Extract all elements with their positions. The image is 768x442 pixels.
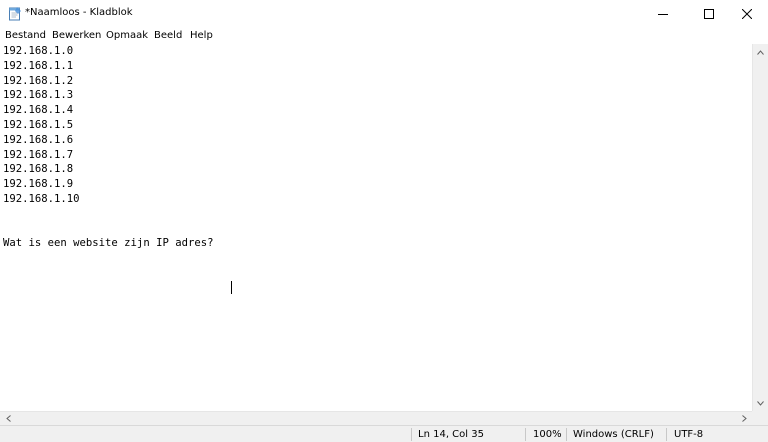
scroll-left-button[interactable] xyxy=(0,412,16,425)
chevron-up-icon xyxy=(757,49,764,55)
horizontal-scrollbar[interactable] xyxy=(0,411,752,425)
close-button[interactable] xyxy=(724,0,768,27)
minimize-button[interactable] xyxy=(640,0,686,27)
maximize-icon xyxy=(704,8,714,19)
scroll-down-button[interactable] xyxy=(753,395,768,411)
close-icon xyxy=(742,8,752,19)
status-separator xyxy=(566,428,567,441)
menu-bestand[interactable]: Bestand xyxy=(5,28,46,43)
notepad-icon xyxy=(8,6,22,21)
status-separator xyxy=(525,428,526,441)
status-line-ending: Windows (CRLF) xyxy=(573,429,654,440)
chevron-down-icon xyxy=(757,400,764,406)
scrollbar-corner xyxy=(752,411,768,425)
title-bar[interactable]: *Naamloos - Kladblok xyxy=(0,0,768,27)
notepad-window: *Naamloos - Kladblok Bestand Bewerken Op… xyxy=(0,0,768,442)
editor-content[interactable]: 192.168.1.0 192.168.1.1 192.168.1.2 192.… xyxy=(3,44,213,251)
vertical-scrollbar[interactable] xyxy=(752,44,768,411)
menu-bar: Bestand Bewerken Opmaak Beeld Help xyxy=(0,27,768,44)
text-caret xyxy=(231,281,232,294)
status-separator xyxy=(411,428,412,441)
status-cursor-position: Ln 14, Col 35 xyxy=(418,429,484,440)
status-zoom: 100% xyxy=(533,429,562,440)
status-encoding: UTF-8 xyxy=(674,429,704,440)
scroll-up-button[interactable] xyxy=(753,44,768,60)
status-separator xyxy=(666,428,667,441)
menu-help[interactable]: Help xyxy=(190,28,213,43)
menu-beeld[interactable]: Beeld xyxy=(154,28,182,43)
menu-bewerken[interactable]: Bewerken xyxy=(52,28,101,43)
window-title: *Naamloos - Kladblok xyxy=(25,7,133,18)
text-editor[interactable]: 192.168.1.0 192.168.1.1 192.168.1.2 192.… xyxy=(0,44,752,411)
minimize-icon xyxy=(658,13,668,15)
scroll-right-button[interactable] xyxy=(736,412,752,425)
chevron-right-icon xyxy=(741,415,747,422)
chevron-left-icon xyxy=(5,415,11,422)
menu-opmaak[interactable]: Opmaak xyxy=(106,28,148,43)
status-bar: Ln 14, Col 35 100% Windows (CRLF) UTF-8 xyxy=(0,425,768,442)
